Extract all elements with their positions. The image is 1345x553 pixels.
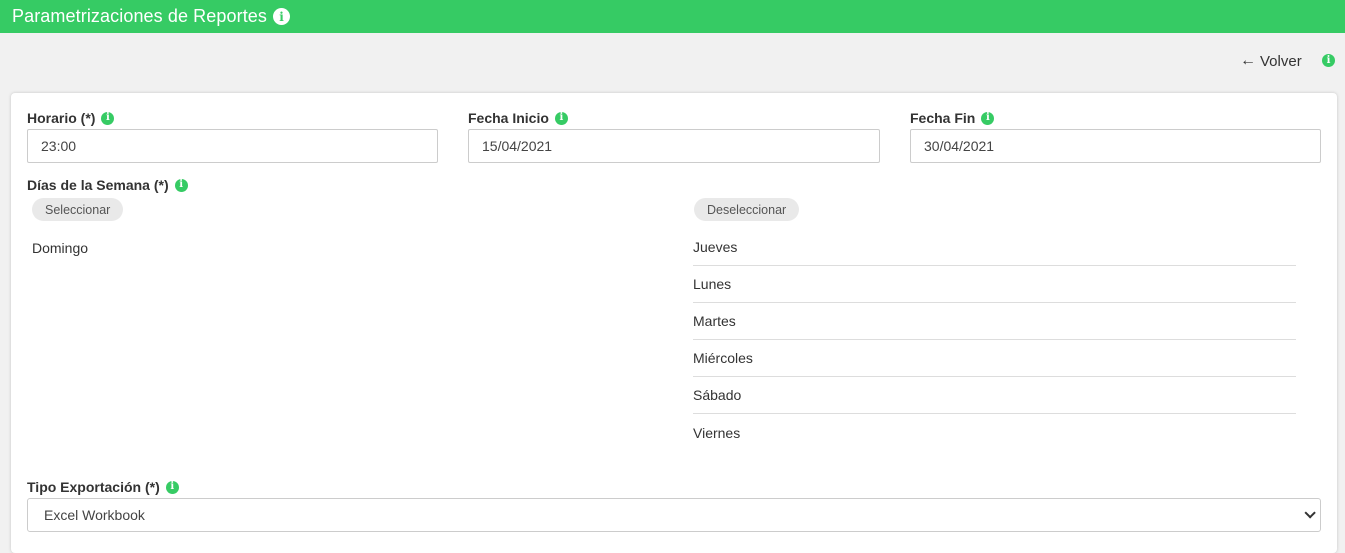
info-icon[interactable]: i <box>174 178 188 192</box>
fecha-fin-label-text: Fecha Fin <box>910 110 976 126</box>
chevron-down-icon <box>1304 507 1316 519</box>
horario-value: 23:00 <box>41 138 77 154</box>
selected-day-item[interactable]: Miércoles <box>693 340 1296 377</box>
fecha-inicio-label-text: Fecha Inicio <box>468 110 549 126</box>
dias-semana-label: Días de la Semana (*) i <box>27 177 188 193</box>
selected-days-list: Jueves Lunes Martes Miércoles Sábado Vie… <box>693 229 1296 451</box>
fecha-inicio-value: 15/04/2021 <box>482 138 553 154</box>
info-icon[interactable]: i <box>273 8 291 25</box>
horario-label-text: Horario (*) <box>27 110 96 126</box>
back-button-label: Volver <box>1260 52 1302 70</box>
seleccionar-button[interactable]: Seleccionar <box>32 198 124 221</box>
deseleccionar-button[interactable]: Deseleccionar <box>694 198 800 221</box>
selected-day-item[interactable]: Jueves <box>693 229 1296 266</box>
top-bar: Parametrizaciones de Reportes i <box>0 0 1345 33</box>
horario-input[interactable]: 23:00 <box>27 129 438 163</box>
tipo-exportacion-select[interactable]: Excel Workbook <box>27 498 1321 532</box>
arrow-left-icon: ← <box>1240 52 1256 69</box>
horario-label: Horario (*) i <box>27 110 115 126</box>
dias-semana-label-text: Días de la Semana (*) <box>27 177 169 193</box>
info-icon[interactable]: i <box>101 111 115 125</box>
selected-day-item[interactable]: Lunes <box>693 266 1296 303</box>
tipo-exportacion-label: Tipo Exportación (*) i <box>27 479 179 495</box>
form-card: Horario (*) i 23:00 Fecha Inicio i 15/04… <box>11 93 1337 553</box>
selected-day-item[interactable]: Martes <box>693 303 1296 340</box>
fecha-inicio-input[interactable]: 15/04/2021 <box>468 129 880 163</box>
tipo-exportacion-value: Excel Workbook <box>44 507 145 523</box>
selected-day-item[interactable]: Sábado <box>693 377 1296 414</box>
info-icon[interactable]: i <box>981 111 995 125</box>
selected-day-item[interactable]: Viernes <box>693 414 1296 451</box>
back-button[interactable]: ← Volver <box>1240 52 1302 70</box>
page-title: Parametrizaciones de Reportes <box>12 6 268 26</box>
fecha-fin-label: Fecha Fin i <box>910 110 995 126</box>
fecha-fin-input[interactable]: 30/04/2021 <box>910 129 1321 163</box>
info-icon[interactable]: i <box>165 480 179 494</box>
info-icon[interactable]: i <box>1322 54 1335 67</box>
fecha-fin-value: 30/04/2021 <box>924 138 995 154</box>
tipo-exportacion-label-text: Tipo Exportación (*) <box>27 479 160 495</box>
fecha-inicio-label: Fecha Inicio i <box>468 110 568 126</box>
info-icon[interactable]: i <box>554 111 568 125</box>
available-day-item[interactable]: Domingo <box>32 240 88 256</box>
